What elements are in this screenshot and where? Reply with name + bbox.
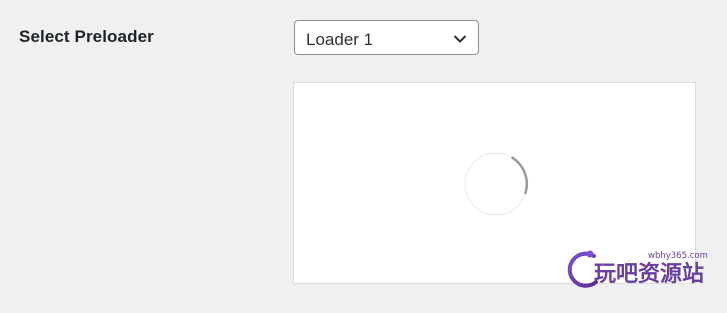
spinner-icon — [464, 152, 529, 216]
preloader-select-value: Loader 1 — [306, 30, 374, 49]
watermark-text: 玩吧资源站 — [594, 262, 704, 287]
watermark-logo: wbhy365.com 玩吧资源站 — [566, 248, 727, 288]
chevron-down-icon — [454, 35, 466, 43]
watermark-domain: wbhy365.com — [648, 251, 708, 261]
preloader-select[interactable]: Loader 1 — [294, 20, 479, 55]
select-preloader-label: Select Preloader — [19, 27, 154, 46]
